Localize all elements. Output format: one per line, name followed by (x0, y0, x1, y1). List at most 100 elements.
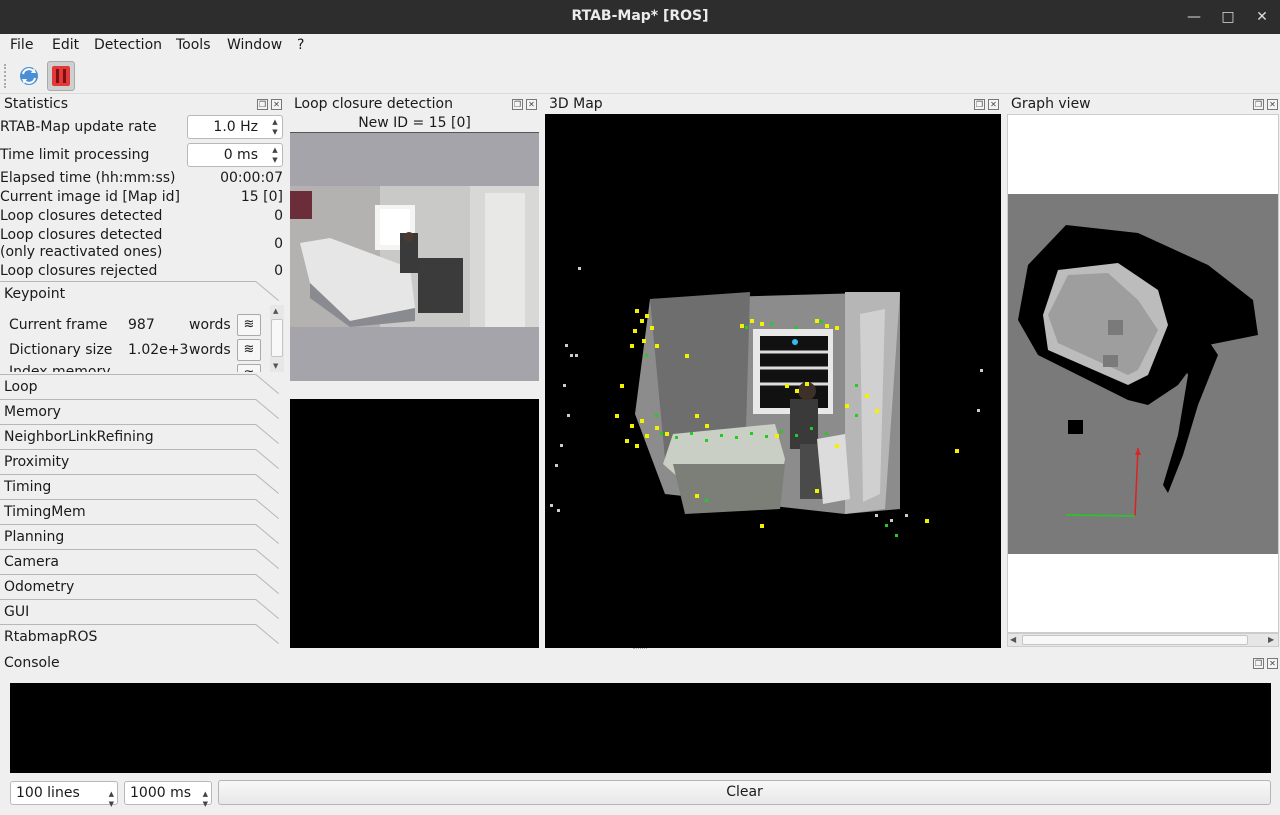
current-frame-value: 987 (128, 317, 155, 333)
console-output[interactable] (10, 683, 1271, 773)
console-interval-spinbox[interactable]: 1000 ms ▲ ▼ (124, 781, 212, 808)
menu-tools[interactable]: Tools (176, 37, 211, 53)
spin-up-icon[interactable]: ▲ (270, 117, 280, 127)
scroll-right-icon[interactable]: ▶ (1268, 635, 1274, 644)
index-memory-label: Index memory (9, 364, 111, 372)
current-frame-label: Current frame (9, 317, 108, 333)
toolbar-grip (4, 64, 8, 88)
menu-window[interactable]: Window (227, 37, 282, 53)
window-title: RTAB-Map* [ROS] (571, 8, 709, 24)
dictionary-size-value: 1.02e+3 (128, 342, 189, 358)
dictionary-size-unit: words (189, 342, 231, 358)
tab-planning[interactable]: Planning (0, 525, 284, 550)
update-rate-spinbox[interactable]: 1.0 Hz ▲ ▼ (187, 115, 283, 139)
menu-bar: File Edit Detection Tools Window ? (0, 34, 1280, 58)
console-dock-title: Console (4, 655, 60, 671)
tab-neighbor-link-refining[interactable]: NeighborLinkRefining (0, 425, 284, 450)
graph-hscrollbar[interactable]: ◀ ▶ (1007, 633, 1279, 647)
pose-marker (792, 339, 798, 345)
float-icon[interactable]: ❐ (512, 99, 523, 110)
tab-loop[interactable]: Loop (0, 375, 284, 400)
current-frame-unit: words (189, 317, 231, 333)
pause-icon (52, 66, 70, 86)
console-lines-value: 100 lines (16, 785, 80, 801)
scroll-up-icon[interactable]: ▲ (273, 307, 278, 315)
graph-view[interactable] (1007, 114, 1279, 633)
float-icon[interactable]: ❐ (1253, 658, 1264, 669)
loop-match-view (290, 399, 539, 648)
menu-file[interactable]: File (10, 37, 33, 53)
occupancy-grid (1008, 194, 1278, 554)
keypoint-panel: Current frame 987 words ≋ Dictionary siz… (0, 305, 270, 372)
loop-closure-dock-title: Loop closure detection (294, 96, 453, 112)
minimize-icon[interactable]: — (1183, 6, 1205, 28)
plot-icon[interactable]: ≋ (237, 364, 261, 372)
plot-icon[interactable]: ≋ (237, 314, 261, 336)
maximize-icon[interactable]: □ (1217, 6, 1239, 28)
close-icon[interactable]: ✕ (271, 99, 282, 110)
graph-dock-title: Graph view (1011, 96, 1091, 112)
update-rate-label: RTAB-Map update rate (0, 119, 157, 135)
plot-icon[interactable]: ≋ (237, 339, 261, 361)
room-camera-image (290, 186, 539, 381)
image-id-value: 15 [0] (240, 189, 283, 205)
menu-detection[interactable]: Detection (94, 37, 162, 53)
spin-down-icon[interactable]: ▼ (270, 155, 280, 165)
close-icon[interactable]: ✕ (1267, 99, 1278, 110)
tab-odometry[interactable]: Odometry (0, 575, 284, 600)
tab-camera[interactable]: Camera (0, 550, 284, 575)
splitter-handle[interactable] (633, 648, 647, 652)
console-interval-value: 1000 ms (130, 785, 192, 801)
loop-rejected-value: 0 (274, 263, 283, 279)
point-cloud (550, 267, 983, 537)
spin-up-icon[interactable]: ▲ (270, 145, 280, 155)
tab-rtabmap-ros[interactable]: RtabmapROS (0, 625, 284, 650)
close-icon[interactable]: ✕ (1267, 658, 1278, 669)
map3d-view[interactable] (545, 114, 1001, 648)
tab-timing-mem[interactable]: TimingMem (0, 500, 284, 525)
loop-image-view (290, 132, 539, 381)
tab-proximity[interactable]: Proximity (0, 450, 284, 475)
new-id-label: New ID = 15 [0] (358, 115, 471, 131)
image-id-label: Current image id [Map id] (0, 189, 181, 205)
tab-timing[interactable]: Timing (0, 475, 284, 500)
keypoint-scrollbar[interactable]: ▲ ▼ (270, 305, 284, 372)
tab-gui[interactable]: GUI (0, 600, 284, 625)
loop-detected-value: 0 (274, 208, 283, 224)
loop-reactivated-label-1: Loop closures detected (0, 227, 163, 243)
scroll-thumb[interactable] (1022, 635, 1248, 645)
close-icon[interactable]: ✕ (988, 99, 999, 110)
scroll-down-icon[interactable]: ▼ (273, 362, 278, 370)
time-limit-spinbox[interactable]: 0 ms ▲ ▼ (187, 143, 283, 167)
title-bar: RTAB-Map* [ROS] — □ ✕ (0, 0, 1280, 34)
refresh-button[interactable] (15, 61, 43, 91)
float-icon[interactable]: ❐ (257, 99, 268, 110)
console-lines-spinbox[interactable]: 100 lines ▲ ▼ (10, 781, 118, 808)
clear-button[interactable]: Clear (218, 780, 1271, 805)
toolbar (0, 58, 1280, 94)
loop-reactivated-value: 0 (274, 236, 283, 252)
menu-help[interactable]: ? (297, 37, 304, 53)
float-icon[interactable]: ❐ (974, 99, 985, 110)
pose-axis-y (1065, 514, 1136, 517)
loop-reactivated-label-2: (only reactivated ones) (0, 244, 163, 260)
close-icon[interactable]: ✕ (1251, 6, 1273, 28)
time-limit-value: 0 ms (223, 147, 258, 163)
scroll-thumb[interactable] (271, 319, 283, 357)
float-icon[interactable]: ❐ (1253, 99, 1264, 110)
menu-edit[interactable]: Edit (52, 37, 79, 53)
tab-keypoint[interactable]: Keypoint (0, 282, 284, 307)
refresh-icon (20, 67, 38, 85)
time-limit-label: Time limit processing (0, 147, 150, 163)
close-icon[interactable]: ✕ (526, 99, 537, 110)
update-rate-value: 1.0 Hz (213, 119, 258, 135)
statistics-dock-title: Statistics (4, 96, 68, 112)
spin-down-icon[interactable]: ▼ (109, 793, 114, 815)
elapsed-label: Elapsed time (hh:mm:ss) (0, 170, 176, 186)
spin-down-icon[interactable]: ▼ (203, 793, 208, 815)
loop-detected-label: Loop closures detected (0, 208, 163, 224)
tab-memory[interactable]: Memory (0, 400, 284, 425)
pause-button[interactable] (47, 61, 75, 91)
spin-down-icon[interactable]: ▼ (270, 127, 280, 137)
scroll-left-icon[interactable]: ◀ (1010, 635, 1016, 644)
